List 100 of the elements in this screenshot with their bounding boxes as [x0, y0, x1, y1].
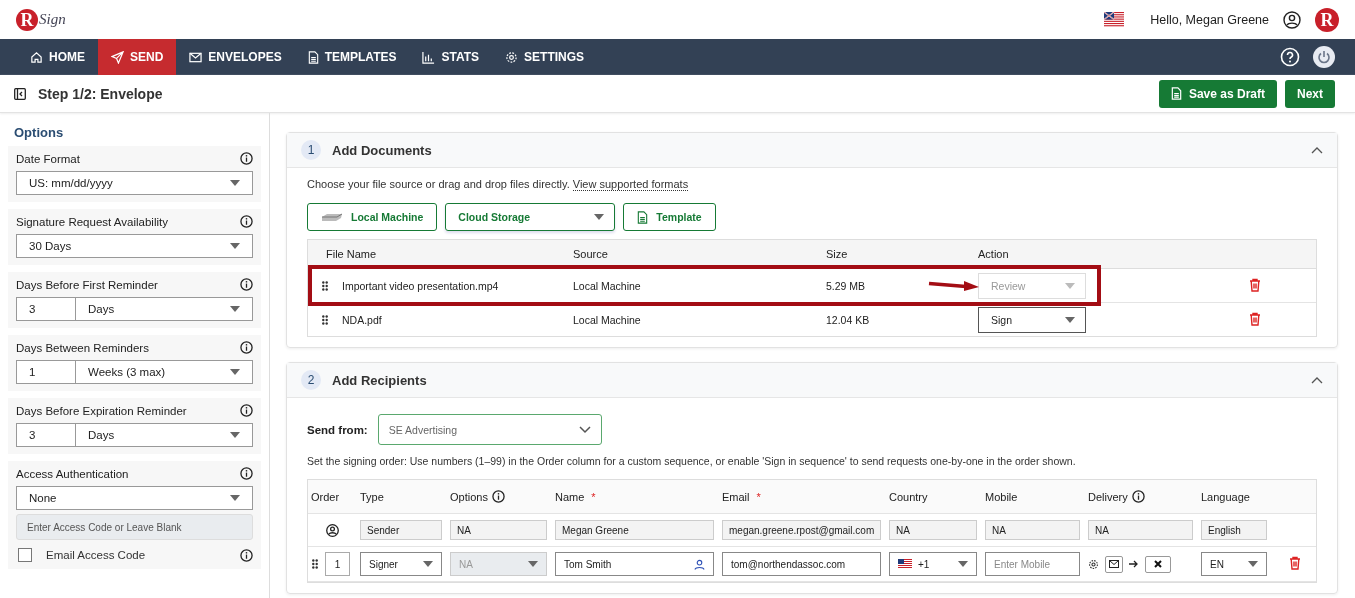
- info-icon[interactable]: [1131, 490, 1145, 503]
- number-field[interactable]: 1: [16, 360, 75, 384]
- table-field: megan.greene.rpost@gmail.com: [722, 520, 881, 540]
- caret-icon: [230, 180, 240, 186]
- power-button[interactable]: [1313, 46, 1335, 68]
- file-name: NDA.pdf: [342, 313, 382, 326]
- table-cell: Local Machine: [573, 279, 641, 292]
- nav-tab[interactable]: SEND: [98, 39, 177, 75]
- source-button[interactable]: Local Machine: [307, 203, 438, 231]
- info-icon[interactable]: [240, 467, 253, 480]
- email-field[interactable]: tom@northendassoc.com: [722, 552, 881, 576]
- country-select[interactable]: +1: [889, 552, 977, 576]
- nav-tab[interactable]: SETTINGS: [492, 39, 598, 75]
- column-header: Action: [978, 248, 1009, 260]
- checkbox[interactable]: [18, 548, 32, 562]
- caret-icon: [230, 432, 240, 438]
- number-field[interactable]: 3: [16, 423, 75, 447]
- collapse-panel-icon[interactable]: [14, 87, 26, 100]
- caret-icon: [1065, 282, 1075, 289]
- instructions: Choose your file source or drag and drop files directly. View supported formats: [307, 178, 690, 190]
- user-icon: [325, 523, 339, 537]
- unit-select[interactable]: Days: [75, 423, 253, 447]
- name-field[interactable]: Tom Smith: [555, 552, 714, 576]
- source-button[interactable]: Template: [623, 203, 716, 231]
- supported-formats-link[interactable]: View supported formats: [572, 178, 689, 191]
- drive-icon: [321, 212, 343, 222]
- info-icon[interactable]: [240, 215, 253, 228]
- section-title: Add Documents: [332, 142, 432, 158]
- table-field: NA: [450, 520, 547, 540]
- option-select[interactable]: 30 Days: [16, 234, 253, 258]
- info-icon[interactable]: [240, 152, 253, 165]
- send-icon: [111, 50, 124, 64]
- drag-handle-icon[interactable]: [312, 559, 318, 569]
- collapse-icon[interactable]: [1311, 376, 1323, 384]
- delete-icon[interactable]: [1249, 277, 1261, 292]
- avatar[interactable]: R: [1315, 7, 1339, 32]
- table-cell: 5.29 MB: [826, 279, 866, 292]
- number-field[interactable]: 3: [16, 297, 75, 321]
- caret-icon: [1065, 316, 1075, 323]
- info-icon[interactable]: [491, 490, 505, 503]
- column-header: Size: [826, 248, 848, 260]
- cloud-storage-select[interactable]: Cloud Storage: [445, 203, 616, 231]
- next-button[interactable]: Next: [1285, 79, 1335, 108]
- delete-icon[interactable]: [1289, 556, 1301, 570]
- unit-select[interactable]: Days: [75, 297, 253, 321]
- language-select[interactable]: EN: [1201, 552, 1267, 576]
- column-header: Delivery: [1088, 490, 1128, 503]
- arrow-drawing: [928, 279, 980, 291]
- type-select[interactable]: Signer: [360, 552, 442, 576]
- table-field: Sender: [360, 520, 442, 540]
- remove-delivery-button[interactable]: [1145, 555, 1171, 573]
- table-field: NA: [985, 520, 1080, 540]
- settings-icon: [505, 50, 519, 64]
- logo-word[interactable]: Sign: [39, 11, 66, 28]
- help-icon[interactable]: [1280, 47, 1300, 67]
- access-code-field[interactable]: Enter Access Code or Leave Blank: [16, 514, 253, 540]
- caret-icon: [423, 561, 433, 567]
- email-delivery-button[interactable]: [1105, 555, 1123, 573]
- action-select[interactable]: Sign: [978, 306, 1086, 333]
- flag-icon[interactable]: [1104, 12, 1125, 27]
- collapse-icon[interactable]: [1311, 146, 1323, 154]
- caret-icon: [230, 369, 240, 375]
- info-icon[interactable]: [240, 404, 253, 417]
- close-icon: [1154, 560, 1162, 568]
- order-field[interactable]: 1: [325, 552, 350, 576]
- info-icon[interactable]: [240, 278, 253, 291]
- nav-tab[interactable]: HOME: [17, 39, 98, 75]
- option-label: Signature Request Availability: [16, 215, 168, 228]
- option-label: Access Authentication: [16, 467, 129, 480]
- info-icon[interactable]: [240, 548, 253, 562]
- save-draft-button[interactable]: Save as Draft: [1158, 79, 1277, 108]
- info-icon[interactable]: [240, 341, 253, 354]
- unit-select[interactable]: Weeks (3 max): [75, 360, 253, 384]
- caret-icon: [1248, 561, 1258, 567]
- file-name: Important video presentation.mp4: [342, 279, 499, 292]
- option-select[interactable]: None: [16, 486, 253, 510]
- logo-mark[interactable]: R: [16, 8, 38, 31]
- mail-icon: [189, 51, 203, 63]
- option-select[interactable]: US: mm/dd/yyyy: [16, 171, 253, 195]
- column-header: Language: [1201, 490, 1250, 503]
- column-header: Type: [360, 490, 384, 503]
- table-cell: Local Machine: [573, 313, 641, 326]
- document-icon: [1170, 87, 1182, 100]
- step-badge: 1: [301, 140, 321, 160]
- delete-icon[interactable]: [1249, 311, 1261, 326]
- drag-handle-icon[interactable]: [322, 314, 328, 325]
- nav-tab[interactable]: ENVELOPES: [176, 39, 295, 75]
- options-heading: Options: [14, 125, 65, 140]
- caret-icon: [230, 495, 240, 501]
- home-icon: [30, 50, 43, 64]
- nav-tab[interactable]: STATS: [409, 39, 493, 75]
- send-from-select[interactable]: SE Advertising: [377, 414, 602, 445]
- settings-icon[interactable]: [1088, 558, 1099, 570]
- power-icon: [1317, 50, 1331, 64]
- drag-handle-icon[interactable]: [322, 280, 328, 291]
- option-label: Days Between Reminders: [16, 341, 149, 354]
- user-icon[interactable]: [1283, 10, 1301, 29]
- nav-tab[interactable]: TEMPLATES: [294, 39, 410, 75]
- column-header: Source: [573, 248, 608, 260]
- mobile-field[interactable]: Enter Mobile: [985, 552, 1080, 576]
